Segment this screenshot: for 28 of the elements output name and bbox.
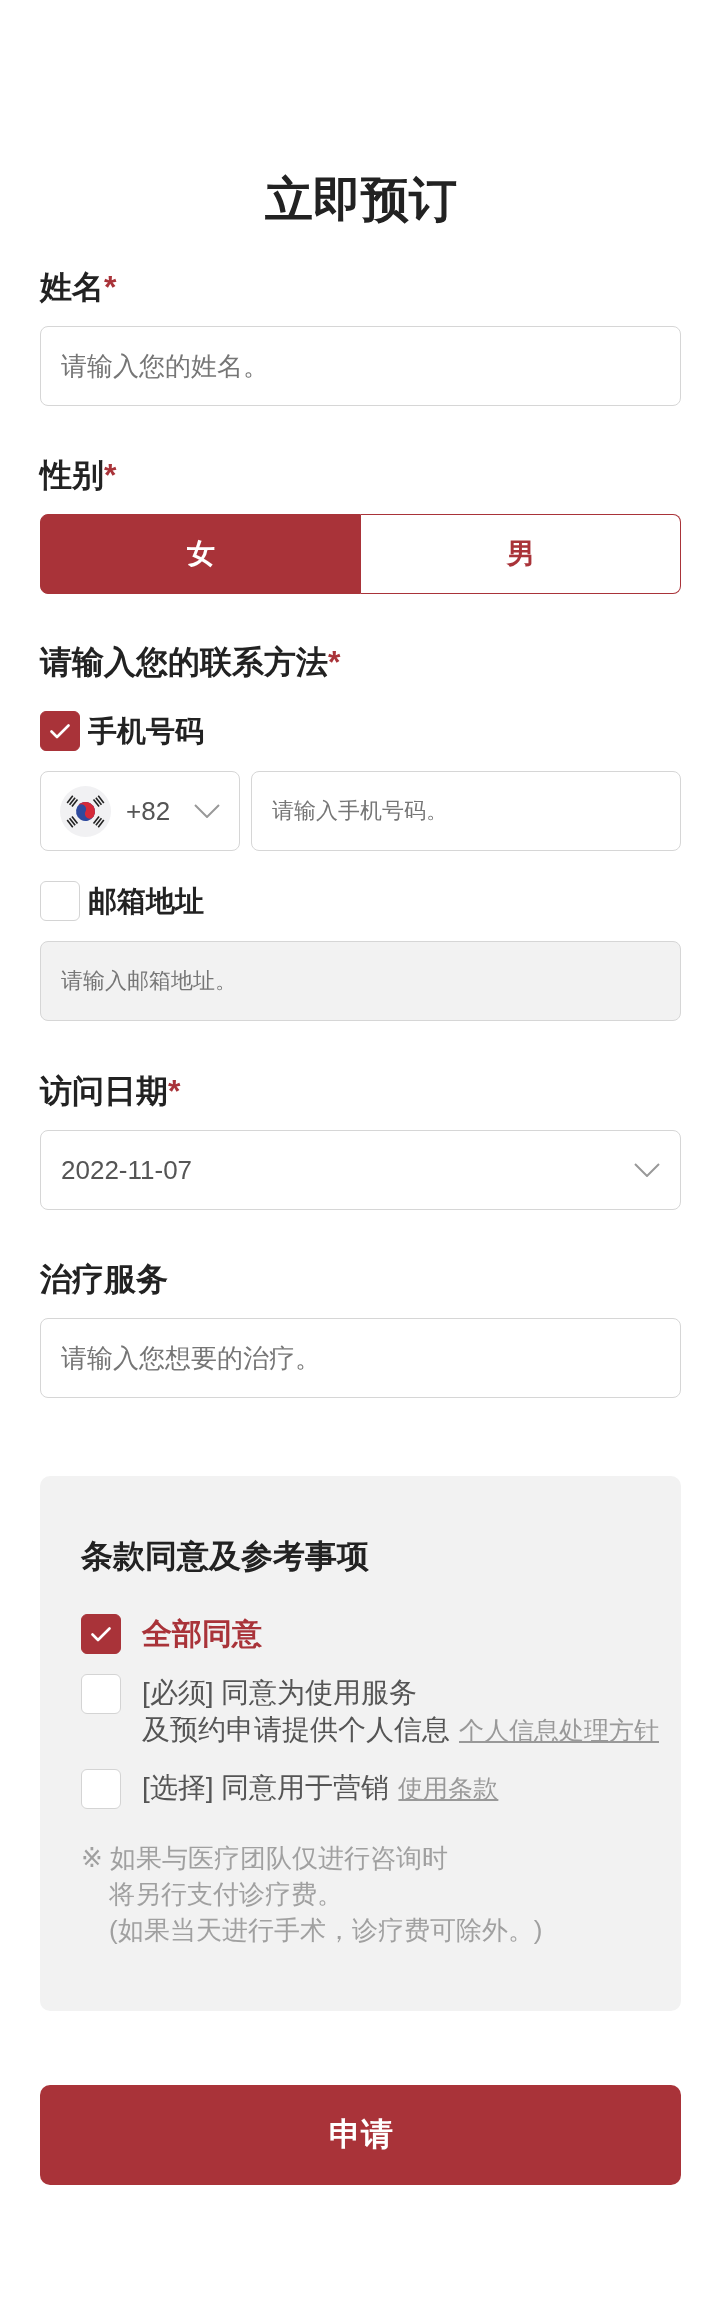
page-title: 立即预订	[263, 172, 458, 228]
field-label: 请输入您的联系方法*	[40, 643, 341, 682]
chevron-down-icon	[634, 1163, 660, 1177]
country-code-select[interactable]: +82	[40, 771, 240, 851]
check-icon	[91, 1626, 111, 1642]
gender-option[interactable]: 女	[40, 514, 361, 594]
terms-title: 条款同意及参考事项	[81, 1537, 369, 1575]
checkbox-label: 邮箱地址	[88, 884, 204, 919]
field-label: 性别*	[40, 456, 117, 495]
consent-text: [选择] 同意用于营销 使用条款	[142, 1771, 499, 1805]
field-label: 访问日期*	[40, 1072, 181, 1111]
checkbox[interactable]	[81, 1614, 121, 1654]
note-text: ※ 如果与医疗团队仅进行咨询时 将另行支付诊疗费。 (如果当天进行手术，诊疗费可除外。)	[81, 1842, 544, 1947]
date-select[interactable]: 2022-11-07	[40, 1130, 681, 1210]
chevron-down-icon	[194, 804, 220, 818]
field-label: 治疗服务	[40, 1260, 168, 1299]
field-label: 姓名*	[40, 268, 117, 307]
consent-text: [必须] 同意为使用服务 及预约申请提供个人信息 个人信息处理方针	[142, 1676, 659, 1747]
check-icon	[50, 723, 70, 739]
submit-button[interactable]: 申请	[40, 2085, 681, 2185]
gender-option[interactable]: 男	[361, 514, 681, 594]
checkbox-label: 手机号码	[88, 714, 204, 749]
treatment-input[interactable]: 请输入您想要的治疗。	[40, 1318, 681, 1398]
phone-input[interactable]: 请输入手机号码。	[251, 771, 681, 851]
checkbox[interactable]	[40, 711, 80, 751]
name-input[interactable]: 请输入您的姓名。	[40, 326, 681, 406]
flag-icon	[60, 785, 111, 837]
agree-all-label: 全部同意	[142, 1616, 262, 1652]
